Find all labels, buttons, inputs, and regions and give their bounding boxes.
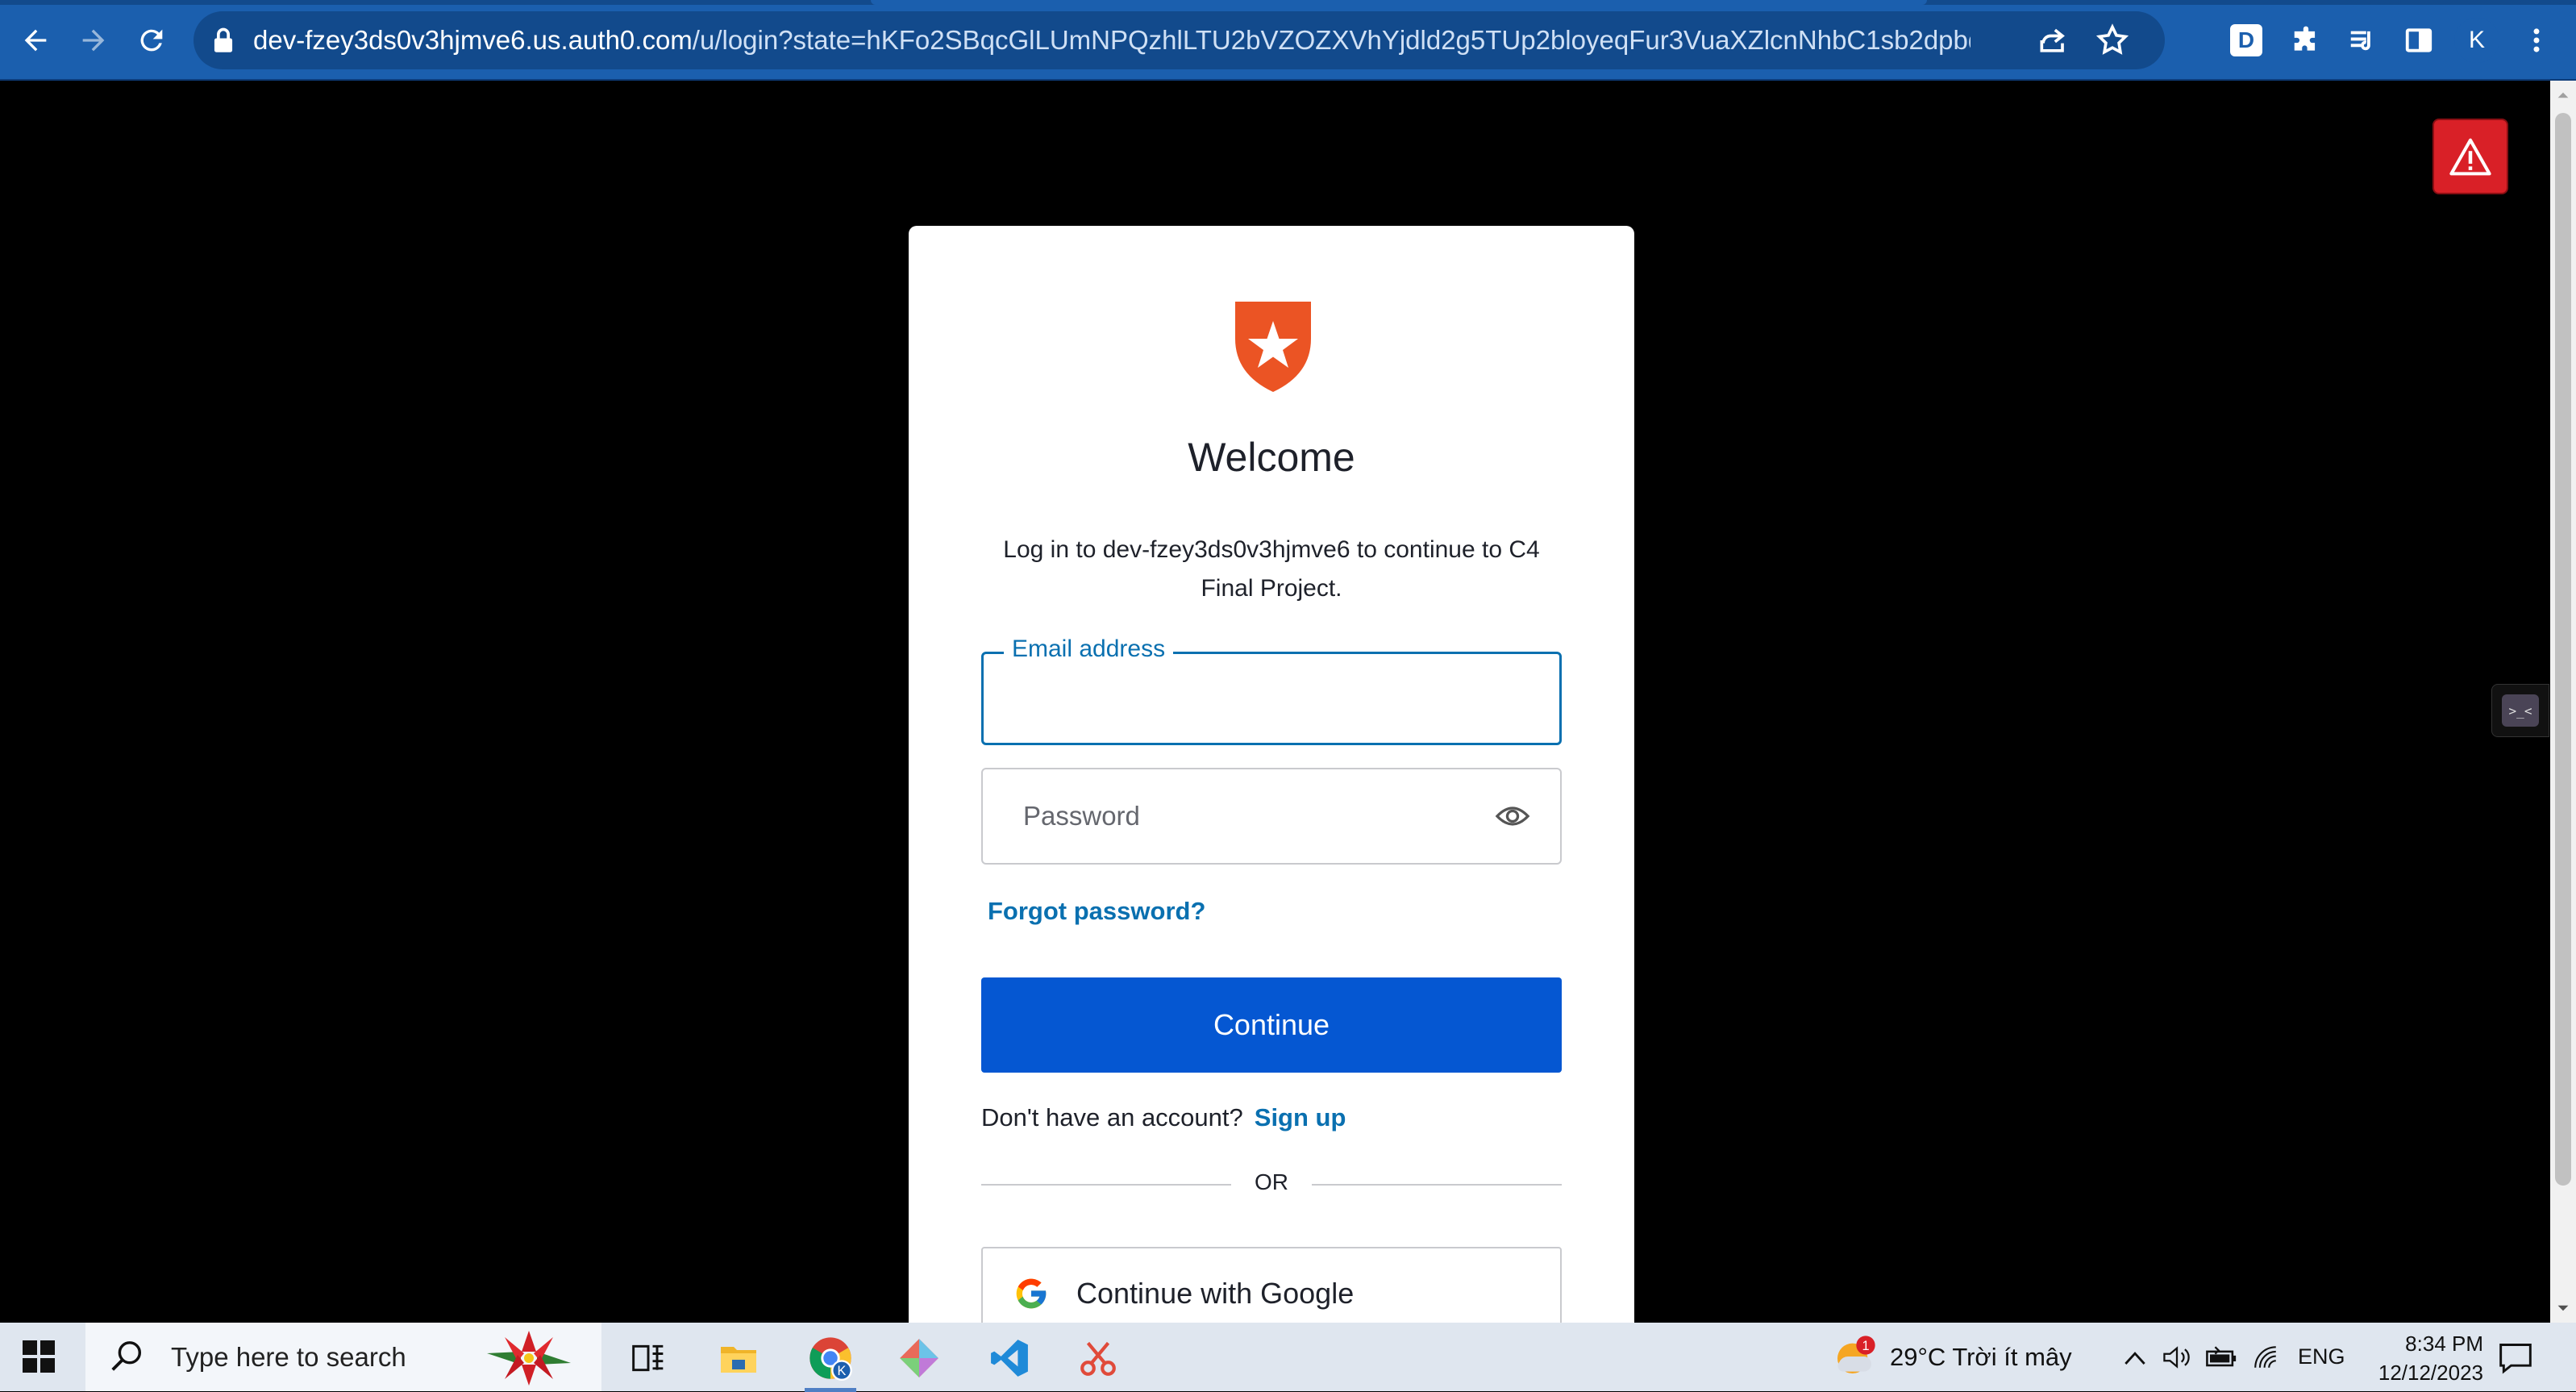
warning-triangle-icon — [2449, 138, 2491, 176]
bookmark-star-icon[interactable] — [2095, 23, 2130, 58]
extensions-button[interactable] — [2283, 18, 2328, 63]
lock-icon — [214, 27, 233, 52]
login-card: Welcome Log in to dev-fzey3ds0v3hjmve6 t… — [909, 226, 1634, 1323]
google-g-icon — [1016, 1278, 1047, 1309]
side-widget[interactable]: >_< — [2491, 684, 2549, 737]
share-icon[interactable] — [2036, 23, 2071, 58]
google-button-label: Continue with Google — [1076, 1277, 1355, 1310]
weather-alert-badge: 1 — [1862, 1339, 1869, 1353]
task-view-icon — [632, 1344, 664, 1372]
terminal-icon: >_< — [2502, 694, 2539, 727]
active-tab[interactable] — [871, 0, 1927, 5]
taskbar-search-box[interactable]: Type here to search — [85, 1323, 601, 1391]
search-icon — [111, 1341, 142, 1371]
auth0-logo-icon — [1235, 302, 1311, 392]
signup-link[interactable]: Sign up — [1255, 1103, 1346, 1132]
email-label: Email address — [1004, 636, 1174, 663]
chevron-up-icon[interactable] — [2124, 1348, 2146, 1368]
search-placeholder: Type here to search — [171, 1342, 406, 1372]
tab-strip — [0, 0, 2576, 5]
page-scrollbar[interactable] — [2550, 81, 2576, 1323]
snipping-tool-button[interactable] — [1076, 1336, 1121, 1381]
password-field[interactable]: Password — [981, 768, 1562, 865]
continue-with-google-button[interactable]: Continue with Google — [981, 1247, 1562, 1323]
kebab-menu-icon — [2533, 28, 2540, 52]
git-diamond-icon — [900, 1339, 938, 1377]
weather-sun-icon: 1 — [1837, 1336, 1875, 1373]
scroll-up-icon[interactable] — [2557, 89, 2570, 102]
scroll-down-icon[interactable] — [2557, 1302, 2570, 1315]
login-subtitle: Log in to dev-fzey3ds0v3hjmve6 to contin… — [1003, 536, 1540, 602]
scrollbar-thumb[interactable] — [2555, 113, 2571, 1186]
url-host: dev-fzey3ds0v3hjmve6.us.auth0.com — [253, 25, 693, 55]
extension-d-icon[interactable]: D — [2230, 24, 2262, 56]
weather-text[interactable]: 29°C Trời ít mây — [1890, 1323, 2072, 1391]
password-placeholder: Password — [1023, 801, 1140, 831]
page-title: Welcome — [1188, 435, 1355, 480]
reload-button[interactable] — [126, 15, 177, 66]
windows-start-icon[interactable] — [23, 1340, 55, 1373]
playlist-icon — [2350, 31, 2370, 51]
vscode-button[interactable] — [987, 1336, 1032, 1381]
gitkraken-button[interactable] — [897, 1336, 942, 1381]
profile-avatar[interactable]: K — [2454, 18, 2499, 63]
notification-icon[interactable] — [2498, 1340, 2533, 1376]
clock-date: 12/12/2023 — [2378, 1361, 2483, 1385]
arrow-left-icon — [24, 29, 47, 52]
vscode-icon — [991, 1340, 1028, 1377]
reload-icon — [140, 29, 163, 52]
forward-button[interactable] — [68, 15, 119, 66]
no-account-text: Don't have an account? — [981, 1103, 1243, 1132]
email-input[interactable] — [984, 654, 1559, 743]
speaker-icon[interactable] — [2161, 1344, 2193, 1371]
battery-icon[interactable] — [2206, 1345, 2238, 1369]
side-panel-icon — [2405, 28, 2432, 52]
browser-toolbar: dev-fzey3ds0v3hjmve6.us.auth0.com/u/logi… — [0, 0, 2576, 81]
address-bar[interactable]: dev-fzey3ds0v3hjmve6.us.auth0.com/u/logi… — [194, 11, 2165, 69]
media-control-button[interactable] — [2340, 18, 2385, 63]
chrome-taskbar-button[interactable]: K — [805, 1336, 856, 1392]
wifi-icon[interactable] — [2251, 1344, 2280, 1371]
email-field[interactable] — [981, 652, 1562, 745]
chrome-profile-badge: K — [838, 1364, 847, 1378]
task-view-button[interactable] — [626, 1336, 671, 1381]
chrome-icon: K — [809, 1337, 852, 1381]
signup-row: Don't have an account? Sign up — [981, 1103, 1346, 1132]
side-panel-button[interactable] — [2396, 18, 2441, 63]
scissors-icon — [1080, 1341, 1116, 1376]
back-button[interactable] — [10, 15, 61, 66]
url-path: /u/login?state=hKFo2SBqcGlLUmNPQzhlLTU2b… — [692, 25, 1970, 55]
arrow-right-icon — [82, 29, 105, 52]
weather-button[interactable]: 1 — [1832, 1334, 1877, 1379]
browser-menu-button[interactable] — [2514, 18, 2559, 63]
or-text: OR — [1255, 1169, 1288, 1194]
forgot-password-link[interactable]: Forgot password? — [988, 897, 1205, 926]
warning-button[interactable] — [2432, 119, 2508, 194]
file-explorer-button[interactable] — [716, 1336, 761, 1381]
clock-time: 8:34 PM — [2405, 1332, 2483, 1356]
clock[interactable]: 8:34 PM 12/12/2023 — [2338, 1329, 2483, 1387]
puzzle-icon — [2294, 26, 2316, 51]
taskbar: Type here to search K 1 29°C Trời ít mây… — [0, 1323, 2576, 1392]
poinsettia-decoration-icon — [487, 1331, 571, 1386]
url-text[interactable]: dev-fzey3ds0v3hjmve6.us.auth0.com/u/logi… — [253, 11, 1970, 69]
show-password-eye-icon[interactable] — [1495, 800, 1530, 832]
continue-button[interactable]: Continue — [981, 977, 1562, 1073]
or-divider: OR — [981, 1168, 1562, 1200]
folder-icon — [721, 1347, 756, 1373]
